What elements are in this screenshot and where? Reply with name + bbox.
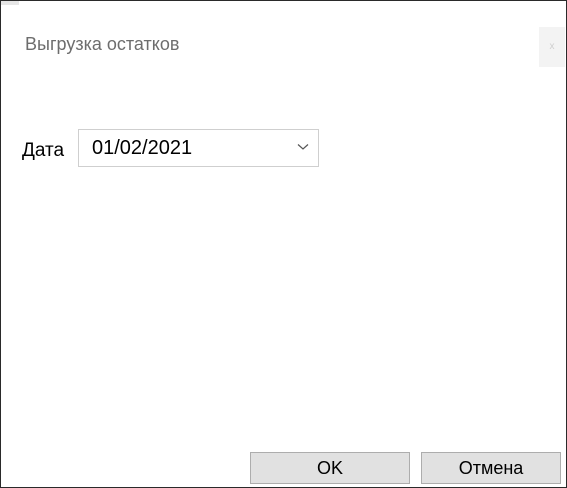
close-icon: x (549, 41, 555, 52)
date-picker[interactable]: 01/02/2021 (78, 129, 319, 167)
window-title: Выгрузка остатков (25, 34, 180, 54)
close-button[interactable]: x (539, 27, 565, 67)
date-label: Дата (22, 140, 65, 161)
ok-button[interactable]: OK (250, 452, 410, 484)
cancel-button[interactable]: Отмена (421, 452, 561, 484)
date-value: 01/02/2021 (92, 137, 193, 159)
dialog-window: Выгрузка остатков x Дата 01/02/2021 OK О… (0, 0, 567, 488)
chevron-down-icon (297, 144, 309, 150)
title-bar: Выгрузка остатков x (1, 1, 566, 93)
